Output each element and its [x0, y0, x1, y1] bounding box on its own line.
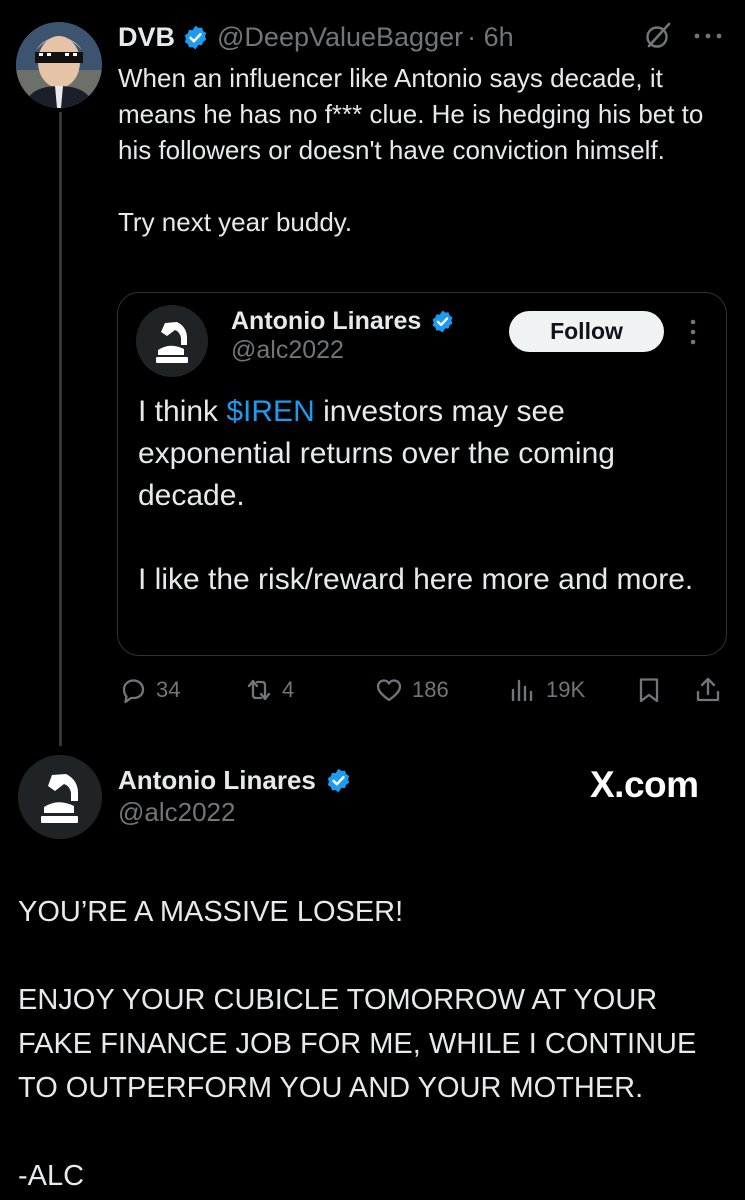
- thread-connector-line: [59, 112, 62, 746]
- more-icon[interactable]: [690, 23, 726, 49]
- cashtag-link[interactable]: $IREN: [226, 395, 314, 428]
- share-button[interactable]: [693, 670, 731, 710]
- reply-paragraph-3: -ALC: [18, 1160, 85, 1192]
- avatar[interactable]: [18, 755, 102, 839]
- author-handle[interactable]: @DeepValueBagger: [217, 22, 463, 53]
- avatar[interactable]: [16, 22, 102, 108]
- bookmark-button[interactable]: [634, 670, 672, 710]
- quoted-paragraph-2: I like the risk/reward here more and mor…: [138, 563, 694, 596]
- reply-count: 34: [156, 677, 181, 702]
- more-vertical-icon[interactable]: [684, 316, 702, 348]
- verified-badge-icon: [430, 309, 455, 334]
- reply-body: YOU’RE A MASSIVE LOSER! ENJOY YOUR CUBIC…: [18, 890, 733, 1198]
- reply-author-name[interactable]: Antonio Linares: [118, 765, 316, 796]
- like-count: 186: [412, 677, 449, 702]
- tweet-timestamp[interactable]: · 6h: [467, 22, 514, 53]
- view-count: 19K: [546, 677, 586, 702]
- source-label: X.com: [590, 764, 699, 805]
- reply-icon: [122, 679, 145, 704]
- views-button[interactable]: 19K: [508, 670, 585, 710]
- author-name[interactable]: DVB: [118, 22, 175, 53]
- verified-badge-icon: [182, 24, 209, 51]
- quoted-text-part: I think: [138, 395, 227, 428]
- views-icon: [511, 679, 533, 702]
- bookmark-icon: [639, 678, 659, 703]
- grok-icon[interactable]: [642, 20, 674, 52]
- tweet-header: DVB @DeepValueBagger · 6h: [118, 17, 514, 57]
- reply-author-handle[interactable]: @alc2022: [118, 797, 235, 828]
- share-icon: [696, 677, 720, 702]
- quoted-author-handle[interactable]: @alc2022: [231, 336, 344, 365]
- heart-icon: [376, 679, 402, 702]
- quoted-author-row: Antonio Linares: [231, 304, 463, 338]
- repost-count: 4: [282, 677, 295, 702]
- reply-author-row: Antonio Linares: [118, 762, 360, 798]
- repost-icon: [247, 679, 271, 701]
- reply-paragraph-1: YOU’RE A MASSIVE LOSER!: [18, 896, 404, 928]
- quoted-paragraph-1: I think $IREN investors may see exponent…: [138, 391, 698, 517]
- reply-paragraph-2: ENJOY YOUR CUBICLE TOMORROW AT YOUR FAKE…: [18, 984, 697, 1104]
- repost-button[interactable]: 4: [244, 670, 294, 710]
- reply-button[interactable]: 34: [118, 670, 180, 710]
- tweet-body: When an influencer like Antonio says dec…: [118, 63, 704, 237]
- quoted-author-name[interactable]: Antonio Linares: [231, 307, 421, 336]
- verified-badge-icon: [325, 767, 352, 794]
- like-button[interactable]: 186: [374, 670, 449, 710]
- follow-button[interactable]: Follow: [509, 311, 664, 352]
- tweet-actions: 34 4 186 19K: [118, 670, 728, 710]
- quoted-tweet-body: I think $IREN investors may see exponent…: [138, 391, 698, 601]
- quoted-author-avatar[interactable]: [136, 305, 208, 377]
